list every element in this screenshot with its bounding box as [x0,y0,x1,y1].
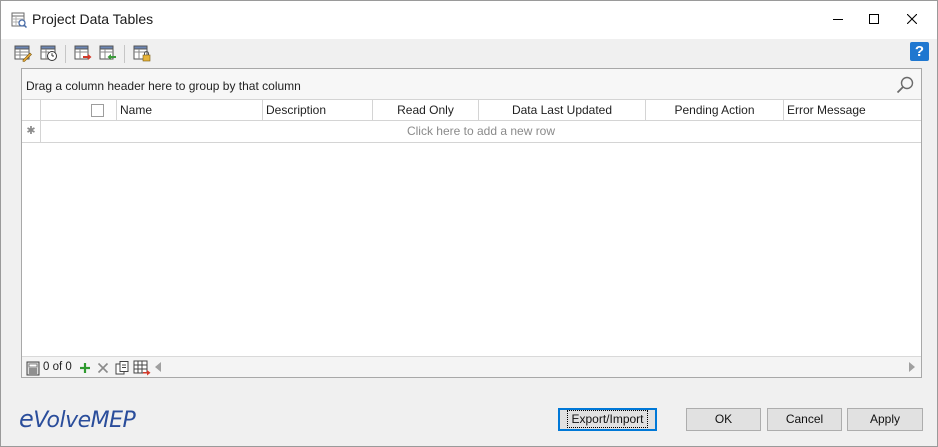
column-header-row: Name Description Read Only Data Last Upd… [22,100,921,121]
table-lock-icon [133,44,151,65]
delete-record-button[interactable] [94,359,112,377]
data-grid: Drag a column header here to group by th… [21,68,922,378]
record-count: 0 of 0 [43,361,72,373]
export-import-button[interactable]: Export/Import [558,408,657,431]
new-row-prompt[interactable]: Click here to add a new row [41,121,921,142]
column-header-pending-action[interactable]: Pending Action [646,100,784,121]
close-icon [906,13,918,27]
new-item-row[interactable]: ✱ Click here to add a new row [22,121,921,143]
minimize-icon [833,13,843,27]
maximize-button[interactable] [857,1,891,39]
export-table-icon [74,44,92,65]
title-bar: Project Data Tables [1,1,937,39]
group-by-panel[interactable]: Drag a column header here to group by th… [22,69,921,100]
data-navigator: 0 of 0 [22,356,921,377]
toolbar: ? [1,39,937,69]
select-all-checkbox[interactable] [91,104,104,117]
window-title: Project Data Tables [32,11,154,27]
evolvemep-logo: eVolveMEP [19,405,136,433]
help-button[interactable]: ? [910,42,929,61]
column-header-name[interactable]: Name [117,100,263,121]
toolbar-separator [124,45,125,63]
maximize-icon [869,13,879,27]
table-history-button[interactable] [39,44,59,64]
export-grid-icon [133,360,151,376]
import-table-button[interactable] [98,44,118,64]
new-row-indicator-icon: ✱ [22,121,41,142]
add-record-button[interactable] [76,359,94,377]
scroll-left-icon[interactable] [155,362,161,372]
column-header-error-message[interactable]: Error Message [784,100,921,121]
group-by-hint: Drag a column header here to group by th… [26,79,301,93]
copy-icon [115,361,129,375]
delete-icon [97,362,109,374]
apply-button[interactable]: Apply [847,408,923,431]
row-indicator-header [22,100,41,121]
select-all-header[interactable] [41,100,117,121]
ok-button[interactable]: OK [686,408,761,431]
help-icon: ? [914,43,925,60]
table-history-icon [40,44,58,65]
record-count-icon [24,359,42,377]
export-table-button[interactable] [73,44,93,64]
toolbar-separator [65,45,66,63]
column-header-read-only[interactable]: Read Only [373,100,479,121]
column-header-data-last-updated[interactable]: Data Last Updated [479,100,646,121]
column-header-description[interactable]: Description [263,100,373,121]
table-lock-button[interactable] [132,44,152,64]
edit-table-icon [14,44,32,65]
minimize-button[interactable] [821,1,855,39]
search-icon[interactable] [895,75,915,95]
import-table-icon [99,44,117,65]
cancel-button[interactable]: Cancel [767,408,842,431]
close-button[interactable] [895,1,929,39]
copy-record-button[interactable] [113,359,131,377]
add-icon [80,363,90,373]
data-table-icon [11,12,28,29]
dialog-window: Project Data Tables ? Drag a column head… [0,0,938,447]
scroll-right-icon[interactable] [909,362,915,372]
edit-table-button[interactable] [13,44,33,64]
export-grid-button[interactable] [133,359,151,377]
